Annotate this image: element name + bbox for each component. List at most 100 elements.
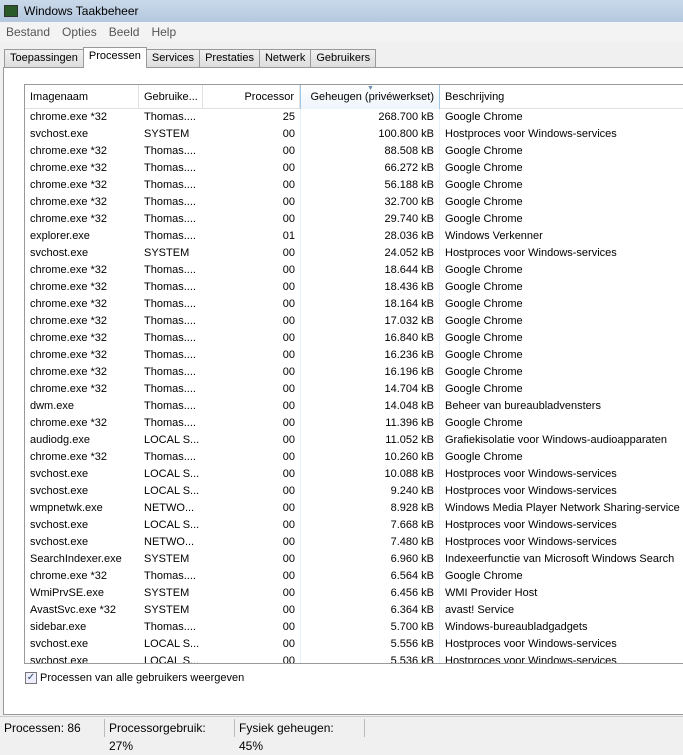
cell-cpu: 00 [282, 247, 295, 259]
table-row[interactable]: chrome.exe *32 Thomas.... 00 11.396 kB Googl… [25, 415, 683, 432]
cell-cpu: 00 [282, 485, 295, 497]
table-row[interactable]: svchost.exe SYSTEM 00 24.052 kB Hostproces v… [25, 245, 683, 262]
status-processes: Processen: 86 [0, 718, 105, 737]
cell-imagename: chrome.exe *32 [30, 162, 108, 174]
tab-toepassingen[interactable]: Toepassingen [4, 49, 84, 68]
checkmark-icon[interactable]: ✓ [25, 672, 37, 684]
table-row[interactable]: svchost.exe SYSTEM 00 100.800 kB Hostproces … [25, 126, 683, 143]
sort-arrow-icon: ▼ [367, 84, 374, 92]
cell-cpu: 00 [282, 349, 295, 361]
show-all-users-checkbox[interactable]: ✓ Processen van alle gebruikers weergeve… [25, 672, 244, 684]
column-beschrijving[interactable]: Beschrijving [440, 85, 683, 109]
cell-imagename: chrome.exe *32 [30, 570, 108, 582]
table-row[interactable]: chrome.exe *32 Thomas.... 00 16.236 kB Googl… [25, 347, 683, 364]
table-row[interactable]: chrome.exe *32 Thomas.... 00 17.032 kB Googl… [25, 313, 683, 330]
cell-imagename: svchost.exe [30, 485, 89, 497]
menu-beeld[interactable]: Beeld [103, 25, 146, 39]
tab-prestaties[interactable]: Prestaties [199, 49, 260, 68]
cell-user: NETWO... [144, 536, 195, 548]
table-row[interactable]: sidebar.exe Thomas.... 00 5.700 kB Windows-b… [25, 619, 683, 636]
table-row[interactable]: svchost.exe LOCAL S... 00 5.536 kB Hostproce… [25, 653, 683, 664]
cell-description: Google Chrome [445, 213, 523, 225]
cell-description: Windows Verkenner [445, 230, 543, 242]
table-row[interactable]: chrome.exe *32 Thomas.... 00 10.260 kB Googl… [25, 449, 683, 466]
tab-netwerk[interactable]: Netwerk [258, 49, 312, 68]
table-row[interactable]: chrome.exe *32 Thomas.... 00 88.508 kB Googl… [25, 143, 683, 160]
cell-imagename: WmiPrvSE.exe [30, 587, 104, 599]
cell-user: SYSTEM [144, 553, 190, 565]
cell-user: Thomas.... [144, 332, 196, 344]
cell-user: Thomas.... [144, 451, 196, 463]
table-row[interactable]: audiodg.exe LOCAL S... 00 11.052 kB Grafieki… [25, 432, 683, 449]
cell-memory: 88.508 kB [300, 143, 440, 160]
menu-bestand[interactable]: Bestand [0, 25, 56, 39]
table-row[interactable]: AvastSvc.exe *32 SYSTEM 00 6.364 kB avast! S… [25, 602, 683, 619]
menu-opties[interactable]: Opties [56, 25, 103, 39]
cell-description: Hostproces voor Windows-services [445, 638, 617, 650]
table-row[interactable]: svchost.exe NETWO... 00 7.480 kB Hostproces … [25, 534, 683, 551]
table-row[interactable]: chrome.exe *32 Thomas.... 25 268.700 kB Goog… [25, 109, 683, 126]
table-row[interactable]: explorer.exe Thomas.... 01 28.036 kB Windows… [25, 228, 683, 245]
table-row[interactable]: SearchIndexer.exe SYSTEM 00 6.960 kB Indexee… [25, 551, 683, 568]
cell-memory: 5.700 kB [300, 619, 440, 636]
cell-description: WMI Provider Host [445, 587, 538, 599]
cell-imagename: chrome.exe *32 [30, 366, 108, 378]
table-row[interactable]: wmpnetwk.exe NETWO... 00 8.928 kB Windows Me… [25, 500, 683, 517]
cell-description: Google Chrome [445, 366, 523, 378]
cell-user: LOCAL S... [144, 485, 200, 497]
table-row[interactable]: chrome.exe *32 Thomas.... 00 16.196 kB Googl… [25, 364, 683, 381]
table-row[interactable]: svchost.exe LOCAL S... 00 9.240 kB Hostproce… [25, 483, 683, 500]
cell-description: Google Chrome [445, 383, 523, 395]
table-row[interactable]: chrome.exe *32 Thomas.... 00 66.272 kB Googl… [25, 160, 683, 177]
cell-cpu: 00 [282, 655, 295, 664]
cell-cpu: 00 [282, 315, 295, 327]
table-row[interactable]: chrome.exe *32 Thomas.... 00 18.436 kB Googl… [25, 279, 683, 296]
tab-gebruikers[interactable]: Gebruikers [310, 49, 377, 68]
table-row[interactable]: chrome.exe *32 Thomas.... 00 16.840 kB Googl… [25, 330, 683, 347]
table-row[interactable]: chrome.exe *32 Thomas.... 00 29.740 kB Googl… [25, 211, 683, 228]
table-row[interactable]: WmiPrvSE.exe SYSTEM 00 6.456 kB WMI Provider… [25, 585, 683, 602]
cell-memory: 10.260 kB [300, 449, 440, 466]
cell-user: LOCAL S... [144, 655, 200, 664]
cell-memory: 5.536 kB [300, 653, 440, 663]
cell-imagename: svchost.exe [30, 247, 89, 259]
cell-user: Thomas.... [144, 315, 196, 327]
cell-imagename: chrome.exe *32 [30, 213, 108, 225]
cell-imagename: svchost.exe [30, 655, 89, 664]
process-list[interactable]: Imagenaam Gebruike... Processor ▼ Geheuge… [24, 84, 683, 664]
column-imagenaam[interactable]: Imagenaam [25, 85, 139, 109]
cell-description: Google Chrome [445, 349, 523, 361]
cell-memory: 16.236 kB [300, 347, 440, 364]
cell-description: Windows Media Player Network Sharing-ser… [445, 502, 680, 514]
cell-description: Indexeerfunctie van Microsoft Windows Se… [445, 553, 675, 565]
cell-cpu: 00 [282, 604, 295, 616]
table-row[interactable]: svchost.exe LOCAL S... 00 10.088 kB Hostproc… [25, 466, 683, 483]
column-gebruiker[interactable]: Gebruike... [139, 85, 203, 109]
tab-services[interactable]: Services [145, 49, 201, 68]
table-row[interactable]: chrome.exe *32 Thomas.... 00 14.704 kB Googl… [25, 381, 683, 398]
column-geheugen[interactable]: ▼ Geheugen (privéwerkset) [300, 85, 440, 109]
cell-imagename: audiodg.exe [30, 434, 90, 446]
column-processor[interactable]: Processor [203, 85, 300, 109]
cell-imagename: explorer.exe [30, 230, 90, 242]
tab-processen[interactable]: Processen [82, 47, 147, 68]
table-row[interactable]: chrome.exe *32 Thomas.... 00 18.644 kB Googl… [25, 262, 683, 279]
table-row[interactable]: chrome.exe *32 Thomas.... 00 6.564 kB Google… [25, 568, 683, 585]
table-row[interactable]: chrome.exe *32 Thomas.... 00 56.188 kB Googl… [25, 177, 683, 194]
cell-description: Google Chrome [445, 332, 523, 344]
cell-imagename: AvastSvc.exe *32 [30, 604, 117, 616]
table-row[interactable]: svchost.exe LOCAL S... 00 7.668 kB Hostproce… [25, 517, 683, 534]
menu-help[interactable]: Help [145, 25, 182, 39]
cell-memory: 17.032 kB [300, 313, 440, 330]
table-row[interactable]: dwm.exe Thomas.... 00 14.048 kB Beheer van b… [25, 398, 683, 415]
cell-memory: 100.800 kB [300, 126, 440, 143]
cell-user: SYSTEM [144, 604, 190, 616]
cell-imagename: svchost.exe [30, 638, 89, 650]
table-row[interactable]: chrome.exe *32 Thomas.... 00 32.700 kB Googl… [25, 194, 683, 211]
cell-imagename: chrome.exe *32 [30, 451, 108, 463]
table-row[interactable]: chrome.exe *32 Thomas.... 00 18.164 kB Googl… [25, 296, 683, 313]
table-row[interactable]: svchost.exe LOCAL S... 00 5.556 kB Hostproce… [25, 636, 683, 653]
status-bar: Processen: 86 Processorgebruik: 27% Fysi… [0, 716, 683, 753]
cell-imagename: svchost.exe [30, 536, 89, 548]
cell-cpu: 00 [282, 196, 295, 208]
